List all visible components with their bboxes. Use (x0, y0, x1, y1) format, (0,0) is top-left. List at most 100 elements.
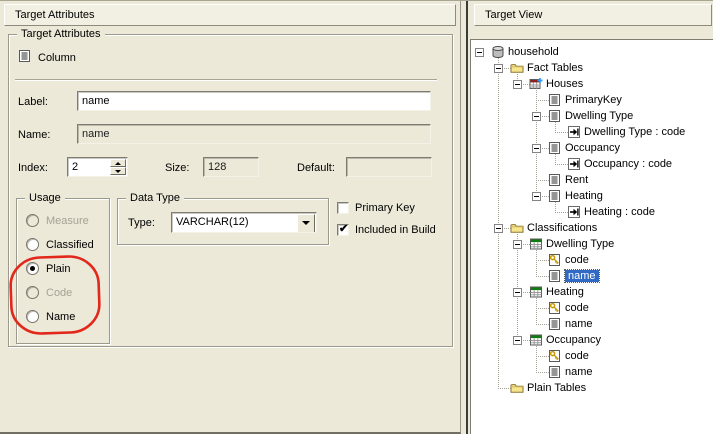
key-icon (548, 253, 562, 267)
tree-item-label: Occupancy (565, 142, 620, 154)
default-input (346, 157, 432, 177)
type-field-label: Type: (128, 216, 155, 230)
table-class-icon (529, 333, 543, 347)
usage-radio-measure: Measure (26, 214, 94, 227)
usage-radio-name[interactable]: Name (26, 310, 94, 323)
name-field-label: Name: (18, 128, 50, 142)
column-icon (548, 365, 562, 379)
dropdown-arrow-icon (302, 221, 310, 225)
size-input: 128 (203, 157, 259, 177)
table-fact-icon (529, 77, 543, 91)
usage-radio-classified[interactable]: Classified (26, 238, 94, 251)
usage-radio-group: Measure Classified Plain Code Name (26, 214, 94, 334)
down-arrow-icon (115, 170, 121, 173)
tree-item-label: Classifications (527, 222, 597, 234)
tree-expander-collapse[interactable] (475, 48, 484, 57)
tree-item-classifications[interactable]: Classifications (527, 221, 597, 235)
tree-item-label: Occupancy : code (584, 158, 672, 170)
table-class-icon (529, 285, 543, 299)
tree-item-label: Dwelling Type (546, 238, 614, 250)
tree-connector (517, 234, 518, 340)
tree-connector (536, 298, 537, 324)
tree-expander-collapse[interactable] (513, 80, 522, 89)
tree-item-dwelling-type-code[interactable]: Dwelling Type : code (584, 125, 685, 139)
tree-connector (536, 346, 537, 372)
tree-item-household[interactable]: household (508, 45, 559, 59)
tree-expander-collapse[interactable] (532, 144, 541, 153)
radio-label: Code (46, 287, 72, 299)
target-view-tree[interactable]: household Fact Tables Houses PrimaryKey Dwel… (470, 39, 713, 434)
folder-icon (510, 221, 524, 235)
tree-expander-collapse[interactable] (513, 240, 522, 249)
tree-item-heating-code[interactable]: Heating : code (584, 205, 655, 219)
tree-item-label: PrimaryKey (565, 94, 622, 106)
tree-item-houses[interactable]: Houses (546, 77, 583, 91)
tree-item-label: code (565, 254, 589, 266)
tree-item-label: name (565, 270, 599, 282)
spin-up-button[interactable] (110, 159, 126, 167)
spin-down-button[interactable] (110, 167, 126, 175)
tree-item-name[interactable]: name (565, 365, 593, 379)
target-attributes-pane: Target Attributes Target Attributes Colu… (0, 1, 461, 434)
tree-item-code[interactable]: code (565, 349, 589, 363)
checkmark-icon: ✔ (339, 222, 348, 235)
tree-expander-collapse[interactable] (494, 64, 503, 73)
radio-button-icon[interactable] (26, 310, 39, 323)
tree-connector (536, 250, 537, 276)
pane-title-text: Target Attributes (15, 9, 95, 21)
included-in-build-checkbox-row[interactable]: ✔ Included in Build (337, 223, 436, 236)
tree-item-occupancy[interactable]: Occupancy (565, 141, 620, 155)
tree-item-label: code (565, 350, 589, 362)
tree-item-dwelling-type[interactable]: Dwelling Type (546, 237, 614, 251)
tree-item-dwelling-type[interactable]: Dwelling Type (565, 109, 633, 123)
link-icon (567, 157, 581, 171)
primary-key-checkbox-row[interactable]: Primary Key (337, 201, 415, 214)
tree-expander-collapse[interactable] (513, 288, 522, 297)
tree-expander-collapse[interactable] (494, 224, 503, 233)
target-view-pane-title: Target View (474, 4, 712, 26)
combobox-dropdown-button[interactable] (297, 214, 315, 233)
radio-button-icon[interactable] (26, 262, 39, 275)
tree-item-label: name (565, 366, 593, 378)
tree-item-occupancy-code[interactable]: Occupancy : code (584, 157, 672, 171)
tree-expander-collapse[interactable] (532, 192, 541, 201)
entity-type-label: Column (38, 51, 76, 65)
tree-item-code[interactable]: code (565, 253, 589, 267)
separator (15, 79, 437, 80)
primary-key-checkbox[interactable] (337, 202, 349, 214)
tree-item-primarykey[interactable]: PrimaryKey (565, 93, 622, 107)
name-input: name (77, 124, 431, 144)
tree-item-fact-tables[interactable]: Fact Tables (527, 61, 583, 75)
usage-groupbox: Usage MeasureClassifiedPlainCodeName (16, 198, 110, 344)
tree-item-name[interactable]: name (565, 269, 599, 283)
target-view-pane: Target View household Fact Tables Houses Pr… (466, 1, 713, 434)
type-combobox[interactable]: VARCHAR(12) (171, 212, 317, 233)
tree-item-heating[interactable]: Heating (565, 189, 603, 203)
tree-item-occupancy[interactable]: Occupancy (546, 333, 601, 347)
column-icon (548, 109, 562, 123)
index-field-label: Index: (18, 161, 48, 175)
tree-expander-collapse[interactable] (532, 112, 541, 121)
index-spinner[interactable]: 2 (67, 157, 128, 177)
tree-item-plain-tables[interactable]: Plain Tables (527, 381, 586, 395)
radio-label: Plain (46, 263, 70, 275)
usage-radio-plain[interactable]: Plain (26, 262, 94, 275)
tree-item-name[interactable]: name (565, 317, 593, 331)
label-input[interactable] (77, 91, 431, 111)
tree-item-heating[interactable]: Heating (546, 285, 584, 299)
radio-button-icon[interactable] (26, 238, 39, 251)
target-attributes-pane-title: Target Attributes (4, 4, 456, 26)
included-in-build-checkbox[interactable]: ✔ (337, 224, 349, 236)
tree-item-label: Heating : code (584, 206, 655, 218)
radio-button-icon (26, 286, 39, 299)
tree-item-label: Heating (546, 286, 584, 298)
data-type-groupbox: Data Type Type: VARCHAR(12) (117, 198, 329, 245)
tree-item-rent[interactable]: Rent (565, 173, 588, 187)
tree-item-code[interactable]: code (565, 301, 589, 315)
usage-radio-code: Code (26, 286, 94, 299)
usage-groupbox-title: Usage (25, 191, 65, 205)
folder-icon (510, 381, 524, 395)
link-icon (567, 205, 581, 219)
up-arrow-icon (115, 162, 121, 165)
tree-expander-collapse[interactable] (513, 336, 522, 345)
